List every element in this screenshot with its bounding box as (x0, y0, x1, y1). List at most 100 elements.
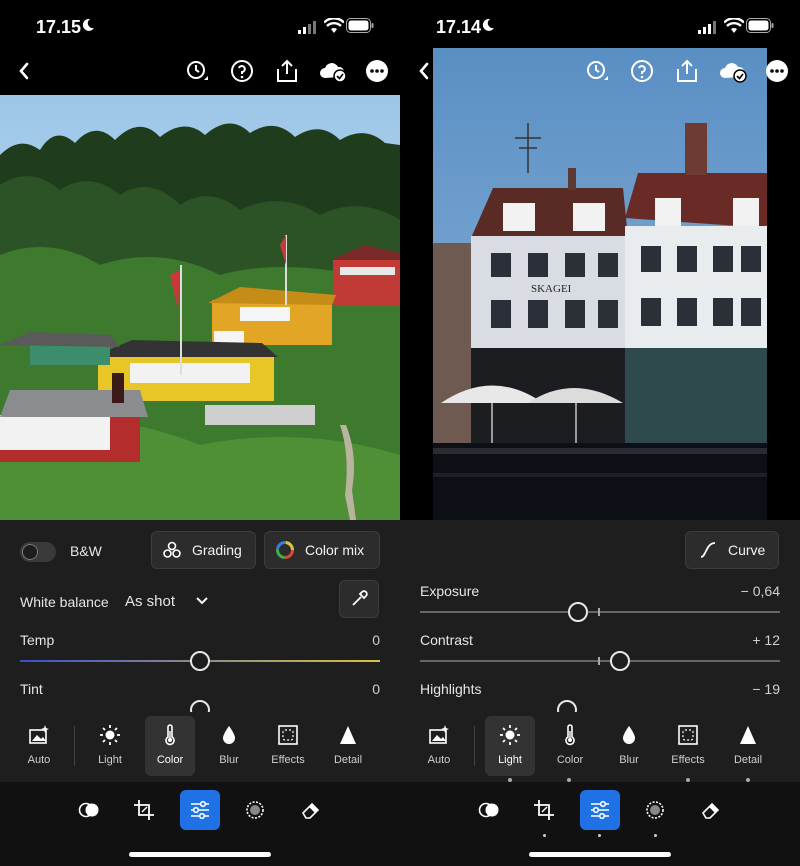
drop-icon (623, 726, 635, 744)
temp-slider-thumb[interactable] (190, 651, 210, 671)
highlights-value: − 19 (752, 681, 780, 697)
nav-edited-dot (654, 834, 657, 837)
photo-preview: SKAGEI (433, 48, 767, 520)
toggle-knob (22, 544, 38, 560)
nav-healing[interactable] (235, 790, 275, 830)
exposure-slider-thumb[interactable] (568, 602, 588, 622)
nav-masking[interactable] (469, 790, 509, 830)
back-chevron-icon[interactable] (412, 58, 438, 84)
status-bar: 17.15 (0, 0, 400, 52)
landscape-photo (0, 95, 400, 520)
status-bar: 17.14 (400, 0, 800, 52)
effects-icon (278, 725, 298, 745)
nav-eraser[interactable] (291, 790, 331, 830)
grading-label: Grading (192, 542, 242, 558)
cellular-signal-icon (298, 21, 316, 34)
eyedropper-button[interactable] (339, 580, 379, 618)
triangle-icon (740, 726, 756, 744)
exposure-slider-track[interactable] (420, 611, 780, 613)
nav-crop[interactable] (524, 790, 564, 830)
nav-edit[interactable] (580, 790, 620, 830)
home-indicator[interactable] (529, 852, 671, 857)
moon-icon (82, 18, 94, 31)
history-icon[interactable] (584, 58, 610, 84)
sun-icon (100, 725, 120, 745)
tool-detail[interactable]: Detail (323, 716, 373, 776)
cloud-sync-icon[interactable] (318, 58, 348, 84)
share-icon[interactable] (674, 58, 700, 84)
cloud-sync-icon[interactable] (718, 58, 748, 84)
tool-color[interactable]: Color (545, 716, 595, 776)
top-toolbar (400, 52, 800, 92)
tool-light[interactable]: Light (85, 716, 135, 776)
status-time: 17.14 (436, 17, 482, 37)
color-panel: B&W Grading Color mix White balance As s… (0, 520, 400, 720)
tool-blur[interactable]: Blur (604, 716, 654, 776)
tool-label: Color (156, 754, 184, 766)
tool-separator (74, 726, 75, 766)
back-chevron-icon[interactable] (12, 58, 38, 84)
crop-icon (534, 800, 554, 820)
tool-light[interactable]: Light (485, 716, 535, 776)
history-icon[interactable] (184, 58, 210, 84)
grading-button[interactable]: Grading (151, 531, 256, 569)
contrast-slider-thumb[interactable] (610, 651, 630, 671)
white-balance-label: White balance (20, 594, 109, 610)
photo-sign-text: SKAGEI (531, 283, 572, 295)
nav-edit[interactable] (180, 790, 220, 830)
share-icon[interactable] (274, 58, 300, 84)
tool-strip: Auto Light Color Blur Effects Detail (400, 712, 800, 782)
tool-auto[interactable]: Auto (414, 716, 464, 776)
eraser-icon (701, 802, 720, 819)
more-icon[interactable] (364, 58, 390, 84)
more-icon[interactable] (764, 58, 790, 84)
wifi-icon (324, 18, 344, 33)
exposure-center-notch (598, 608, 600, 616)
tool-detail[interactable]: Detail (723, 716, 773, 776)
help-icon[interactable] (229, 58, 255, 84)
tool-effects[interactable]: Effects (263, 716, 313, 776)
nav-crop[interactable] (124, 790, 164, 830)
photo-preview (0, 95, 400, 520)
thermometer-icon (565, 724, 575, 746)
nav-masking[interactable] (69, 790, 109, 830)
battery-icon (746, 18, 774, 33)
tool-label: Auto (27, 754, 51, 766)
help-icon[interactable] (629, 58, 655, 84)
home-indicator[interactable] (129, 852, 271, 857)
tool-label: Auto (427, 754, 451, 766)
tool-strip: Auto Light Color Blur Effects Detail (0, 712, 400, 782)
nav-edited-dot (598, 834, 601, 837)
tool-label: Detail (733, 754, 763, 766)
tool-blur[interactable]: Blur (204, 716, 254, 776)
exposure-label: Exposure (420, 583, 480, 599)
wifi-icon (724, 18, 744, 33)
nav-edited-dot (543, 834, 546, 837)
highlights-label: Highlights (420, 681, 482, 697)
exposure-value: − 0,64 (740, 583, 780, 599)
contrast-slider-track[interactable] (420, 660, 780, 662)
bw-label: B&W (70, 543, 102, 559)
tint-label: Tint (20, 681, 43, 697)
tool-effects[interactable]: Effects (663, 716, 713, 776)
nav-eraser[interactable] (691, 790, 731, 830)
battery-icon (346, 18, 374, 33)
tool-auto[interactable]: Auto (14, 716, 64, 776)
cityscape-photo: SKAGEI (433, 48, 767, 520)
color-mix-button[interactable]: Color mix (264, 531, 380, 569)
white-balance-value[interactable]: As shot (125, 593, 175, 610)
curve-button[interactable]: Curve (685, 531, 779, 569)
status-time: 17.15 (36, 17, 82, 37)
tool-label: Color (556, 754, 584, 766)
temp-label: Temp (20, 632, 55, 648)
masking-icon (478, 802, 499, 818)
tool-label: Detail (333, 754, 363, 766)
nav-healing[interactable] (635, 790, 675, 830)
tool-color[interactable]: Color (145, 716, 195, 776)
chevron-down-icon[interactable] (195, 595, 209, 607)
sun-icon (500, 725, 520, 745)
top-toolbar (0, 52, 400, 92)
contrast-value: + 12 (752, 632, 780, 648)
bottom-nav (0, 782, 400, 866)
bw-toggle[interactable] (20, 542, 56, 562)
